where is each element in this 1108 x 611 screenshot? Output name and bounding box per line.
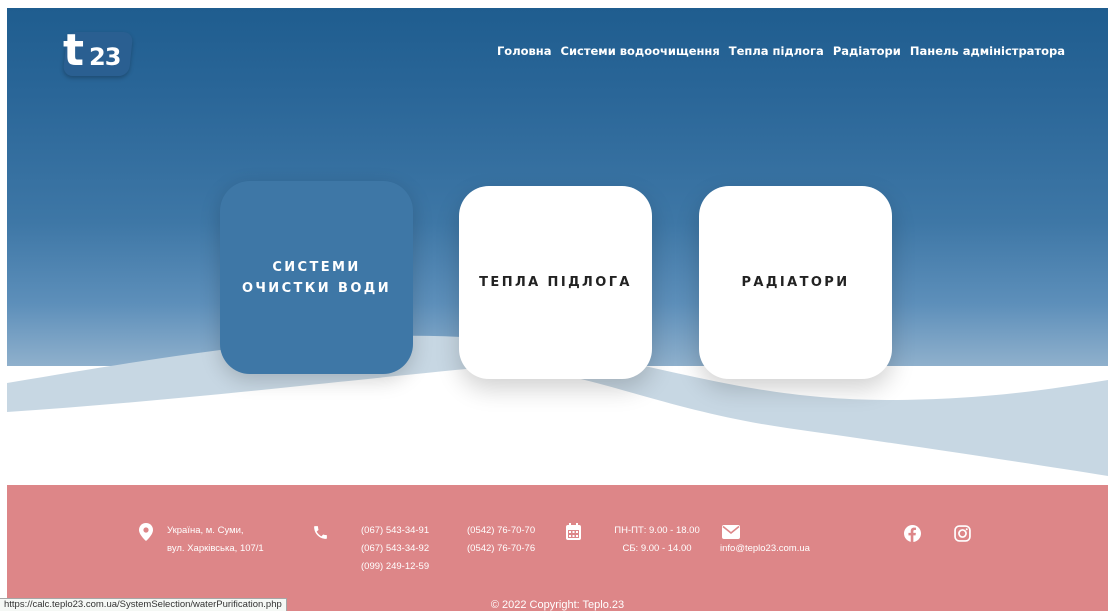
calendar-icon: [566, 523, 581, 540]
footer-phones-1: (067) 543-34-91 (067) 543-34-92 (099) 24…: [361, 522, 429, 576]
logo-number: 23: [89, 43, 121, 71]
page: t 23 Головна Системи водоочищення Тепла …: [0, 0, 1108, 611]
nav-radiators[interactable]: Радіатори: [833, 44, 901, 58]
instagram-icon[interactable]: [954, 525, 971, 542]
footer-phones-2: (0542) 76-70-70 (0542) 76-70-76: [467, 522, 535, 558]
card-water-purification-label: СИСТЕМИ ОЧИСТКИ ВОДИ: [241, 259, 392, 296]
address-line-1: Україна, м. Суми,: [167, 525, 244, 536]
nav-home[interactable]: Головна: [497, 44, 552, 58]
card-water-purification[interactable]: СИСТЕМИ ОЧИСТКИ ВОДИ: [220, 181, 413, 374]
footer-email[interactable]: info@teplo23.com.ua: [720, 540, 810, 558]
main-nav: Головна Системи водоочищення Тепла підло…: [488, 44, 1065, 58]
phone-icon: [314, 526, 327, 539]
footer-address: Україна, м. Суми, вул. Харківська, 107/1: [167, 522, 264, 558]
hours-weekdays: ПН-ПТ: 9.00 - 18.00: [614, 525, 700, 536]
phone-1[interactable]: (067) 543-34-91: [361, 522, 429, 540]
card-radiators-label: РАДІАТОРИ: [741, 275, 850, 290]
map-marker-icon: [139, 523, 153, 541]
browser-status-url: https://calc.teplo23.com.ua/SystemSelect…: [0, 598, 287, 611]
address-line-2: вул. Харківська, 107/1: [167, 543, 264, 554]
nav-water-systems[interactable]: Системи водоочищення: [561, 44, 720, 58]
site-footer: Україна, м. Суми, вул. Харківська, 107/1…: [7, 485, 1108, 611]
card-radiators[interactable]: РАДІАТОРИ: [699, 186, 892, 379]
nav-admin-panel[interactable]: Панель адміністратора: [910, 44, 1065, 58]
card-heated-floor-label: ТЕПЛА ПІДЛОГА: [479, 275, 632, 290]
phone-2[interactable]: (067) 543-34-92: [361, 540, 429, 558]
hours-saturday: СБ: 9.00 - 14.00: [622, 543, 692, 554]
footer-hours: ПН-ПТ: 9.00 - 18.00 СБ: 9.00 - 14.00: [611, 522, 703, 558]
nav-heated-floor[interactable]: Тепла підлога: [729, 44, 824, 58]
phone-3[interactable]: (099) 249-12-59: [361, 558, 429, 576]
facebook-icon[interactable]: [904, 525, 921, 542]
card-heated-floor[interactable]: ТЕПЛА ПІДЛОГА: [459, 186, 652, 379]
logo-letter: t: [63, 25, 85, 76]
phone-4[interactable]: (0542) 76-70-70: [467, 522, 535, 540]
envelope-icon: [722, 525, 740, 539]
site-logo[interactable]: t 23: [59, 25, 137, 78]
phone-5[interactable]: (0542) 76-70-76: [467, 540, 535, 558]
